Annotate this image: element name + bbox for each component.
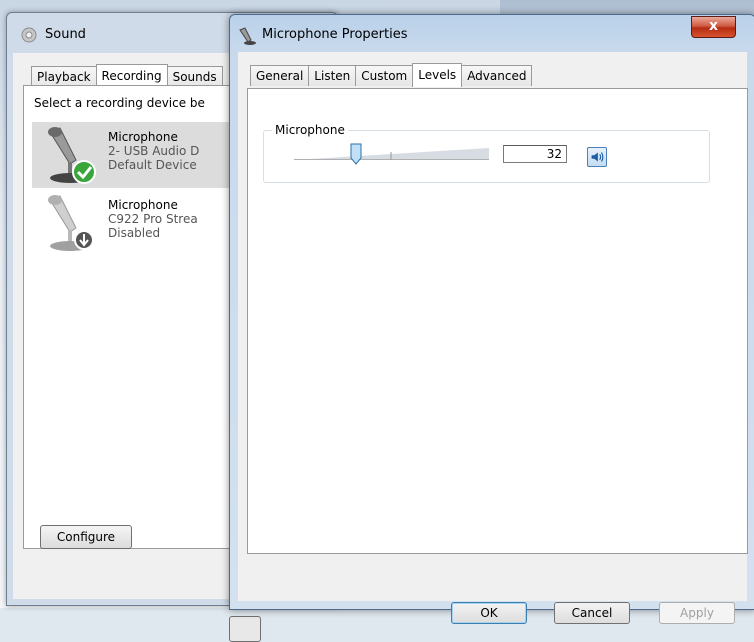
- device-item-disabled[interactable]: Microphone C922 Pro Strea Disabled: [32, 190, 252, 256]
- sound-ok-button[interactable]: [229, 616, 261, 642]
- device-subtitle: C922 Pro Strea: [108, 212, 198, 226]
- device-name: Microphone: [108, 130, 178, 144]
- close-button[interactable]: x: [691, 16, 736, 38]
- speaker-volume-icon: [591, 152, 604, 162]
- microphone-default-icon: [48, 127, 96, 184]
- properties-tabs: General Listen Custom Levels Advanced: [250, 62, 533, 87]
- tab-levels[interactable]: Levels: [412, 63, 463, 87]
- levels-panel: Microphone 32: [247, 88, 748, 554]
- tab-playback[interactable]: Playback: [31, 66, 97, 87]
- device-subtitle: 2- USB Audio D: [108, 144, 200, 158]
- tab-sounds[interactable]: Sounds: [166, 66, 223, 87]
- mic-body: General Listen Custom Levels Advanced Microp…: [238, 52, 748, 624]
- tab-general[interactable]: General: [250, 65, 310, 86]
- tab-advanced[interactable]: Advanced: [461, 65, 533, 86]
- microphone-level-group: Microphone 32: [263, 123, 710, 183]
- ok-button[interactable]: OK: [451, 602, 527, 624]
- speaker-icon: [21, 27, 37, 43]
- slider-track: [294, 148, 489, 160]
- window-title: Microphone Properties: [262, 27, 408, 42]
- device-name: Microphone: [108, 198, 178, 212]
- microphone-properties-window: Microphone Properties x General Listen Cus…: [229, 14, 754, 624]
- mute-toggle-button[interactable]: [587, 147, 607, 167]
- level-value-input[interactable]: 32: [503, 145, 567, 163]
- level-slider[interactable]: [294, 143, 489, 165]
- level-group-label: Microphone: [272, 123, 348, 137]
- apply-button[interactable]: Apply: [659, 602, 735, 624]
- device-status: Default Device: [108, 158, 197, 172]
- configure-button[interactable]: Configure: [40, 525, 132, 549]
- tab-custom[interactable]: Custom: [355, 65, 414, 86]
- device-item-default[interactable]: Microphone 2- USB Audio D Default Device: [32, 122, 252, 188]
- tab-listen[interactable]: Listen: [308, 65, 357, 86]
- slider-thumb[interactable]: [350, 143, 362, 165]
- cancel-button[interactable]: Cancel: [554, 602, 630, 624]
- sound-title: Sound: [45, 27, 86, 42]
- device-status: Disabled: [108, 226, 161, 240]
- sound-tabs: Playback Recording Sounds: [31, 63, 223, 88]
- select-device-text: Select a recording device be: [34, 96, 205, 110]
- microphone-disabled-icon: [48, 195, 94, 251]
- microphone-icon: [239, 27, 256, 45]
